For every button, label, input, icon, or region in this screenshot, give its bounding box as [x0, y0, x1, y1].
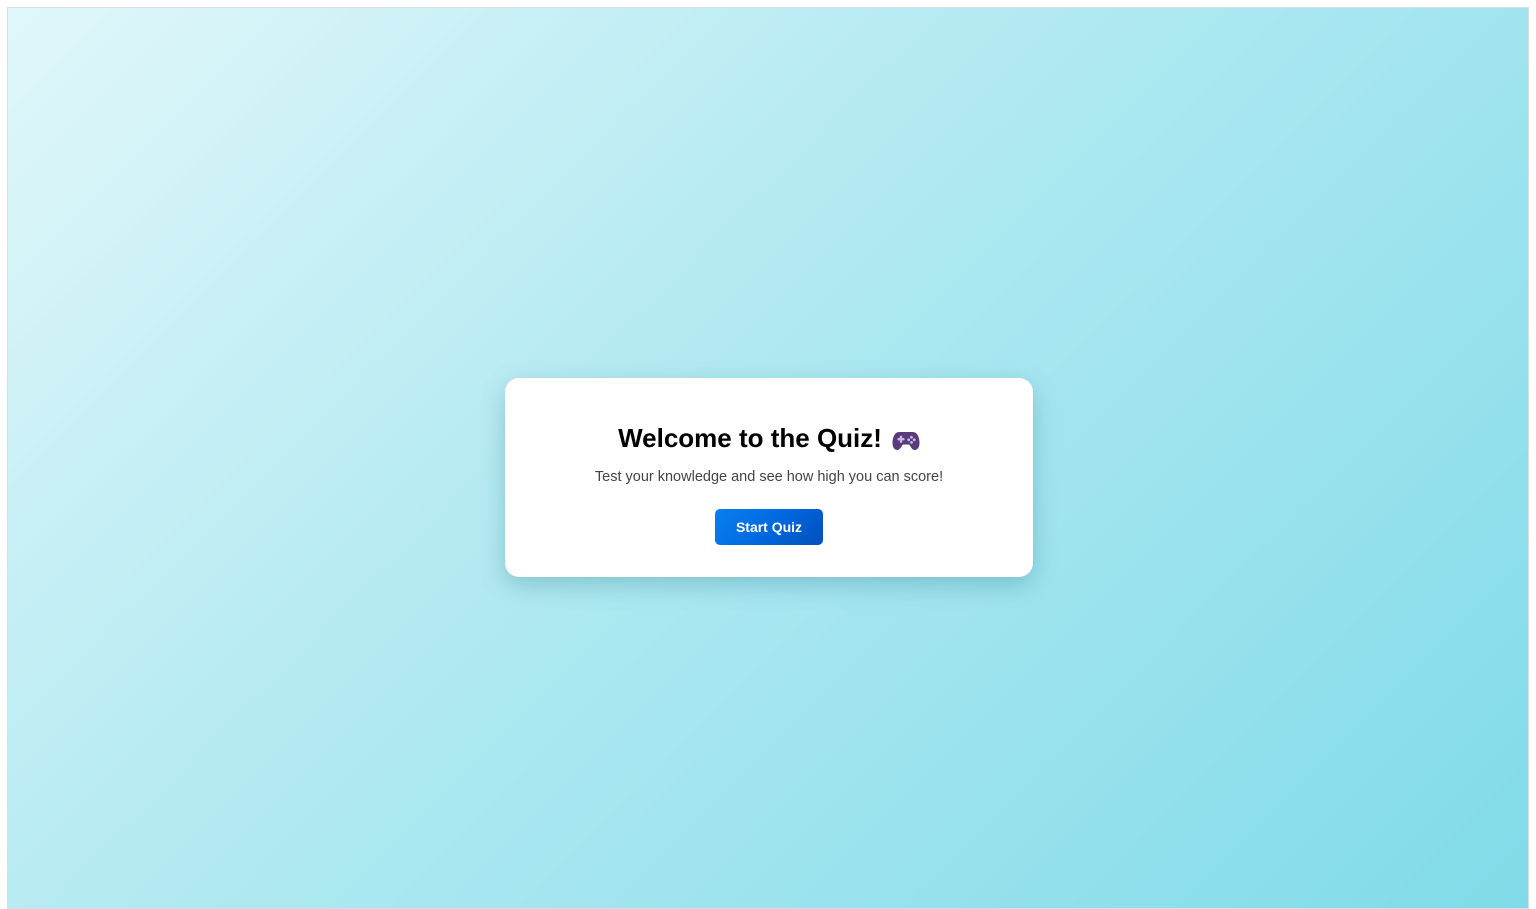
subtitle-text: Test your knowledge and see how high you… — [594, 469, 944, 485]
game-controller-icon — [892, 429, 920, 451]
title-row: Welcome to the Quiz! — [505, 422, 1033, 454]
start-quiz-button[interactable]: Start Quiz — [715, 509, 823, 545]
page-title: Welcome to the Quiz! — [618, 423, 882, 453]
page-background: Welcome to the Quiz! Test your knowledge… — [7, 7, 1529, 909]
welcome-card: Welcome to the Quiz! Test your knowledge… — [505, 378, 1033, 577]
